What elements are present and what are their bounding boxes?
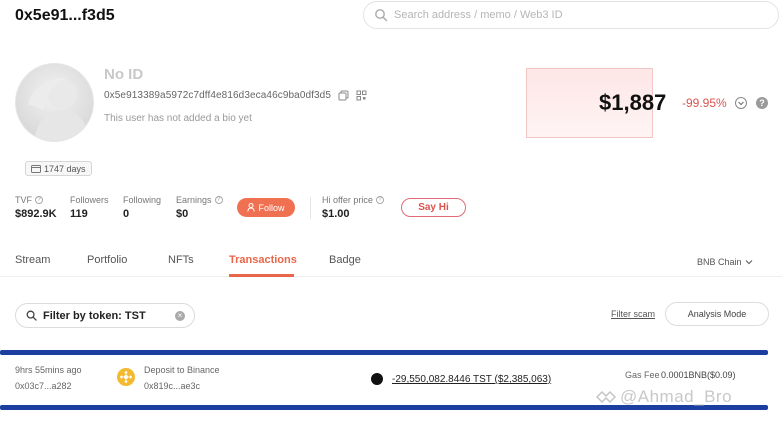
token-filter-value: Filter by token: TST [43, 309, 146, 322]
watermark: @Ahmad_Bro [596, 387, 732, 407]
highlight-line-top [0, 350, 768, 355]
active-tab-indicator [229, 274, 294, 277]
profile-bio: This user has not added a bio yet [104, 113, 252, 124]
tx-to-address[interactable]: 0x819c...ae3c [144, 381, 200, 391]
binance-icon [117, 368, 135, 386]
token-icon [371, 373, 383, 385]
profile-tabs: Stream Portfolio NFTs Transactions Badge… [0, 247, 782, 277]
gas-fee-label: Gas Fee [625, 370, 660, 380]
info-icon[interactable]: ? [375, 196, 384, 204]
tx-time: 9hrs 55mins ago [15, 365, 82, 375]
tx-amount[interactable]: -29,550,082.8446 TST ($2,385,063) [392, 374, 551, 385]
search-icon [375, 9, 388, 22]
follow-button-label: Follow [258, 202, 285, 213]
stat-hi-offer-value: $1.00 [322, 208, 350, 220]
watermark-logo-icon [596, 390, 616, 404]
stat-following[interactable]: Following 0 [123, 195, 161, 220]
profile-address-row: 0x5e913389a5972c7dff4e816d3eca46c9ba0df3… [104, 90, 367, 101]
account-age-text: 1747 days [44, 163, 86, 174]
search-bar[interactable] [363, 1, 779, 29]
stat-followers-label: Followers [70, 195, 109, 205]
chain-select[interactable]: BNB Chain [697, 257, 753, 267]
tab-stream[interactable]: Stream [15, 254, 50, 266]
token-filter-input[interactable]: Filter by token: TST [15, 303, 195, 328]
chain-select-value: BNB Chain [697, 257, 742, 267]
stat-hi-offer-label: Hi offer price [322, 195, 373, 205]
stat-earnings-label: Earnings [176, 195, 212, 205]
user-plus-icon [247, 203, 256, 212]
stat-followers-value: 119 [70, 208, 88, 220]
stat-tvf-label: TVF [15, 195, 32, 205]
account-age-badge: 1747 days [25, 161, 92, 176]
profile-name: No ID [104, 66, 144, 83]
stats-divider [310, 197, 311, 219]
filter-scam-link[interactable]: Filter scam [611, 309, 655, 319]
help-icon[interactable]: ? [756, 97, 768, 109]
stat-tvf: TVF? $892.9K [15, 195, 57, 220]
watermark-text: @Ahmad_Bro [620, 387, 733, 406]
avatar-silhouette-icon [28, 77, 90, 141]
tab-nfts[interactable]: NFTs [168, 254, 194, 266]
search-icon [26, 310, 37, 321]
say-hi-button[interactable]: Say Hi [401, 198, 466, 217]
chevron-down-icon [745, 260, 752, 265]
tx-from-address[interactable]: 0x03c7...a282 [15, 381, 72, 391]
tx-type: Deposit to Binance [144, 365, 220, 375]
net-worth-change: -99.95% [682, 96, 727, 110]
copy-icon[interactable] [338, 90, 349, 101]
expand-chevron-icon[interactable] [735, 97, 747, 109]
avatar [15, 63, 94, 142]
tab-badge[interactable]: Badge [329, 254, 361, 266]
page-title-address: 0x5e91...f3d5 [15, 7, 115, 24]
net-worth-value: $1,887 [599, 90, 667, 115]
stat-earnings-value: $0 [176, 208, 189, 220]
calendar-icon [31, 164, 41, 173]
tab-transactions[interactable]: Transactions [229, 254, 297, 266]
qr-code-icon[interactable] [356, 90, 367, 101]
stat-hi-offer: Hi offer price? $1.00 [322, 195, 384, 220]
stat-earnings: Earnings? $0 [176, 195, 223, 220]
stat-following-value: 0 [123, 208, 130, 220]
search-input[interactable] [394, 9, 744, 21]
clear-filter-icon[interactable]: × [175, 311, 185, 321]
analysis-mode-button[interactable]: Analysis Mode [665, 302, 769, 326]
tab-portfolio[interactable]: Portfolio [87, 254, 127, 266]
profile-full-address: 0x5e913389a5972c7dff4e816d3eca46c9ba0df3… [104, 90, 332, 101]
stat-following-label: Following [123, 195, 162, 205]
follow-button[interactable]: Follow [237, 198, 295, 217]
stat-tvf-value: $892.9K [15, 208, 57, 220]
top-bar: 0x5e91...f3d5 [0, 0, 782, 34]
stat-followers[interactable]: Followers 119 [70, 195, 109, 220]
info-icon[interactable]: ? [35, 196, 43, 204]
gas-fee-value: 0.0001BNB($0.09) [661, 370, 736, 380]
info-icon[interactable]: ? [214, 196, 223, 204]
